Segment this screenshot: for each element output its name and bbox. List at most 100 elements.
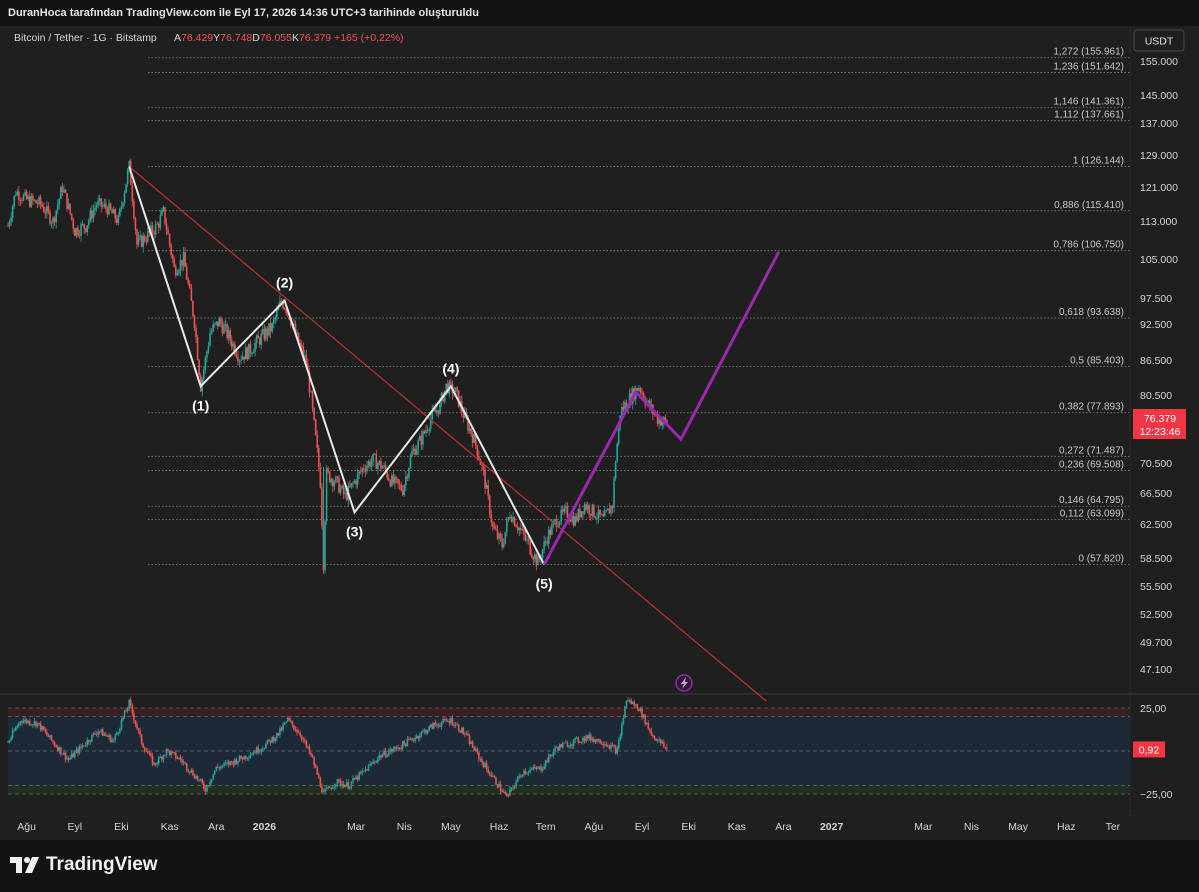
currency-button-label[interactable]: USDT: [1145, 36, 1174, 48]
candle: [358, 470, 361, 480]
osc-candle-body: [451, 717, 454, 726]
osc-candle-body: [168, 750, 171, 756]
time-tick-label: Mar: [914, 821, 933, 833]
candle-body: [52, 217, 54, 223]
candle-body: [405, 476, 407, 486]
osc-candle-body: [359, 772, 362, 774]
osc-candle-body: [547, 754, 550, 763]
osc-candle-body: [408, 738, 410, 740]
osc-candle-body: [126, 708, 129, 711]
candle: [25, 189, 28, 201]
osc-candle-body: [67, 758, 70, 760]
candle: [534, 551, 536, 563]
candle-body: [342, 485, 345, 495]
osc-candle: [433, 722, 435, 730]
candle: [240, 355, 242, 365]
lightning-icon[interactable]: [675, 674, 693, 692]
osc-candle: [212, 774, 214, 781]
osc-candle-body: [91, 734, 93, 742]
osc-candle-body: [419, 735, 421, 739]
price-tick-label: 86.500: [1140, 355, 1172, 367]
fib-level-label: 0,5 (85.403): [1070, 355, 1124, 366]
candle-body: [223, 325, 225, 334]
candle: [74, 227, 76, 236]
candle-body: [499, 533, 502, 539]
candle: [97, 195, 99, 209]
osc-candle-body: [429, 724, 432, 727]
osc-candle-body: [395, 746, 398, 748]
candle: [488, 494, 491, 518]
last-price-value: 76.379: [1144, 413, 1176, 425]
osc-candle-body: [661, 742, 664, 744]
osc-candle-body: [633, 702, 636, 706]
elliott-wave-path[interactable]: [128, 166, 546, 565]
osc-candle-body: [599, 739, 601, 744]
candle-body: [274, 317, 277, 320]
candle: [426, 425, 429, 433]
osc-candle-body: [162, 755, 165, 760]
candle-body: [513, 517, 516, 526]
currency-button[interactable]: USDT: [1133, 29, 1185, 52]
candle: [75, 227, 78, 239]
symbol-name[interactable]: Bitcoin / Tether · 1G · Bitstamp: [14, 32, 157, 44]
candle: [397, 478, 399, 489]
candle: [580, 511, 583, 519]
candle-body: [69, 203, 71, 214]
candle-body: [603, 511, 606, 517]
osc-candle-body: [159, 757, 162, 758]
trendline[interactable]: [128, 166, 767, 702]
osc-candle-body: [42, 726, 45, 731]
osc-candle-body: [150, 753, 152, 756]
osc-candle-body: [579, 742, 581, 744]
candle: [212, 320, 214, 333]
osc-candle-body: [157, 757, 160, 764]
osc-candle-body: [502, 791, 505, 793]
osc-candle-body: [212, 774, 214, 780]
candle-body: [579, 509, 581, 518]
osc-candle-body: [515, 781, 517, 787]
candle-body: [426, 430, 429, 431]
chart-canvas[interactable]: 1,272 (155.961) 1,236 (151.642) 1,146 (141…: [0, 26, 1199, 840]
candle: [546, 536, 549, 547]
candle: [411, 445, 413, 457]
osc-candle-body: [39, 723, 42, 730]
candle: [428, 427, 430, 437]
time-tick-label: Haz: [1057, 821, 1076, 833]
candle: [237, 350, 239, 366]
osc-candle-body: [133, 713, 135, 721]
candle-body: [189, 283, 191, 289]
osc-candle-body: [75, 749, 78, 753]
candle: [526, 536, 528, 545]
candle-body: [532, 557, 535, 560]
candle-body: [171, 254, 174, 260]
osc-candle-body: [358, 772, 361, 780]
osc-candle-body: [428, 726, 430, 731]
osc-candle-body: [310, 752, 312, 756]
osc-candle-body: [237, 761, 239, 764]
candle-body: [561, 509, 564, 512]
osc-candle-body: [254, 752, 256, 754]
candle: [30, 192, 33, 209]
attribution-text: DuranHoca tarafından TradingView.com ile…: [8, 7, 479, 19]
osc-candle-body: [589, 734, 592, 741]
candle: [7, 222, 9, 227]
candle: [159, 210, 162, 231]
osc-candle-body: [454, 724, 457, 726]
candle: [189, 280, 191, 290]
candle-body: [139, 235, 141, 238]
osc-candle-body: [308, 746, 311, 753]
candle-body: [524, 534, 527, 541]
candle: [100, 197, 103, 213]
projection-path[interactable]: [542, 251, 781, 566]
candle: [185, 262, 188, 281]
osc-candle-body: [530, 769, 533, 770]
candle: [258, 336, 261, 348]
candle: [423, 429, 426, 435]
osc-candle-body: [389, 749, 392, 752]
osc-candle-body: [442, 719, 444, 723]
osc-candle: [635, 703, 637, 708]
candle: [400, 481, 402, 492]
candle-body: [175, 266, 177, 276]
tradingview-logo[interactable]: TradingView: [10, 854, 158, 876]
candle-body: [156, 223, 158, 225]
